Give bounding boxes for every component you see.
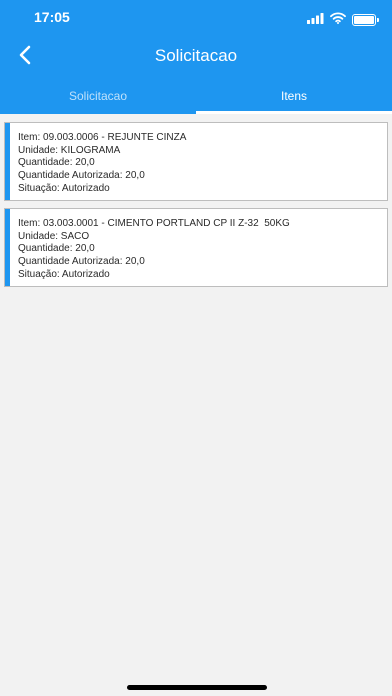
card-accent-bar	[5, 209, 10, 286]
item-authorized-quantity: Quantidade Autorizada: 20,0	[18, 256, 145, 268]
item-code: Item: 03.003.0001 - CIMENTO PORTLAND CP …	[18, 218, 290, 229]
tab-itens[interactable]: Itens	[196, 78, 392, 114]
home-indicator[interactable]	[127, 685, 267, 690]
page-title: Solicitacao	[154, 46, 238, 65]
app-header: 17:05 Solicitacao Solicitacao Itens	[0, 0, 392, 114]
status-icons	[307, 11, 379, 29]
item-status: Situação: Autorizado	[18, 268, 110, 280]
list-item[interactable]: Item: 09.003.0006 - REJUNTE CINZA Unidad…	[4, 122, 388, 201]
status-bar: 17:05	[0, 0, 392, 36]
battery-icon	[352, 14, 379, 26]
signal-icon	[307, 11, 324, 29]
card-accent-bar	[5, 123, 10, 200]
list-item[interactable]: Item: 03.003.0001 - CIMENTO PORTLAND CP …	[4, 208, 388, 287]
item-authorized-quantity: Quantidade Autorizada: 20,0	[18, 170, 145, 182]
item-unit: Unidade: SACO	[18, 230, 90, 242]
tab-solicitacao[interactable]: Solicitacao	[0, 78, 196, 114]
item-quantity: Quantidade: 20,0	[18, 243, 95, 255]
item-quantity: Quantidade: 20,0	[18, 157, 95, 169]
items-list: Item: 09.003.0006 - REJUNTE CINZA Unidad…	[4, 122, 388, 294]
wifi-icon	[330, 11, 346, 29]
tab-bar: Solicitacao Itens	[0, 78, 392, 114]
item-code: Item: 09.003.0006 - REJUNTE CINZA	[18, 132, 187, 143]
item-unit: Unidade: KILOGRAMA	[18, 144, 121, 156]
item-status: Situação: Autorizado	[18, 182, 110, 194]
nav-bar: Solicitacao	[0, 36, 392, 78]
status-time: 17:05	[34, 9, 70, 25]
